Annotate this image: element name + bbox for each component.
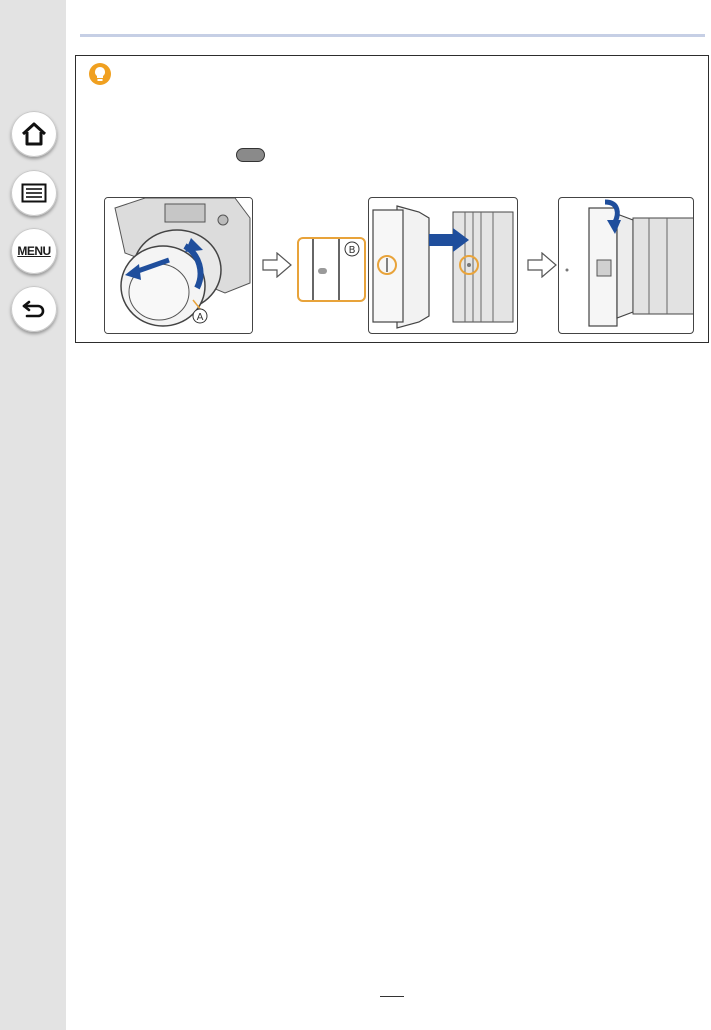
sidebar-nav: MENU [0,0,66,1030]
illustration-camera-hood: A [104,197,253,334]
back-arrow-icon [22,300,45,318]
illustration-hood-side-view [368,197,518,334]
contents-button[interactable] [11,170,57,216]
back-button[interactable] [11,286,57,332]
next-step-arrow-icon [527,252,557,278]
callout-a-label: A [197,312,204,323]
page-number-rule [380,996,404,997]
menu-button[interactable]: MENU [11,228,57,274]
illustration-hood-mounted [558,197,694,334]
menu-label: MENU [17,244,51,258]
callout-b-label: B [349,245,356,256]
lightbulb-icon [89,63,111,85]
tip-box: A B [75,55,709,343]
header-rule [80,34,705,37]
list-icon [21,183,47,203]
home-button[interactable] [11,111,57,157]
illustration-alignment-closeup: B [297,237,366,302]
next-step-arrow-icon [262,252,292,278]
home-icon [21,122,47,146]
sensor-button-icon [236,148,265,162]
